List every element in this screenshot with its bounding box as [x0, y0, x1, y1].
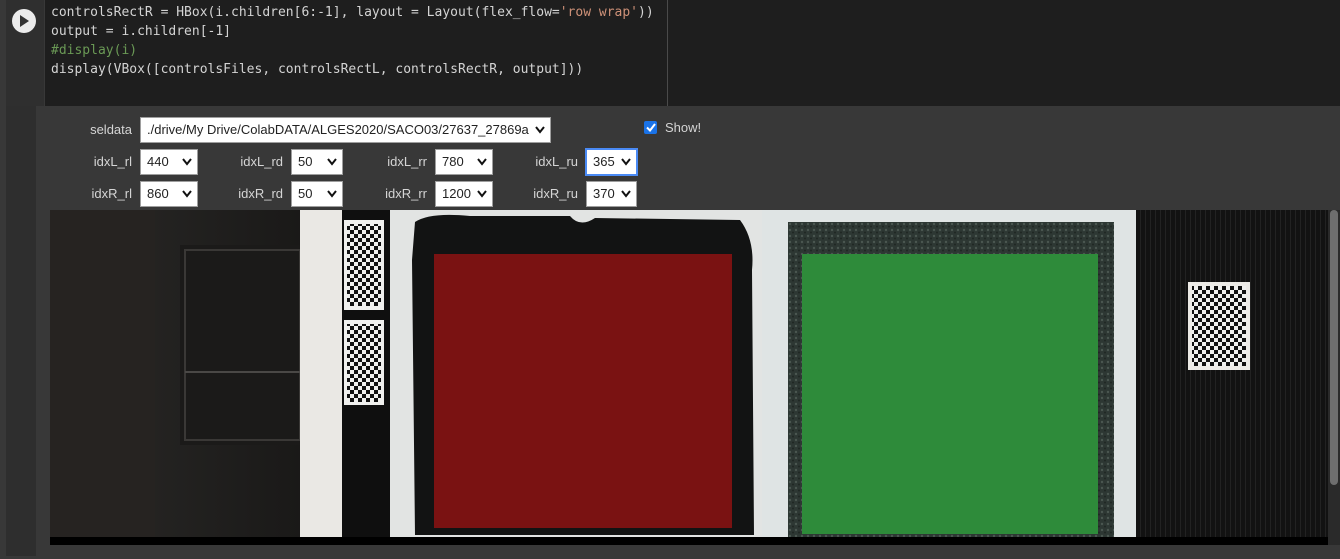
- check-icon: [645, 123, 656, 132]
- right-roi-overlay: [802, 254, 1098, 534]
- idxL-rr-value: 780: [442, 154, 464, 169]
- chevron-down-icon: [477, 158, 487, 166]
- seldata-dropdown[interactable]: ./drive/My Drive/ColabDATA/ALGES2020/SAC…: [140, 117, 551, 143]
- idxL-rl-label: idxL_rl: [93, 154, 132, 169]
- chevron-down-icon: [477, 190, 487, 198]
- seldata-label: seldata: [90, 122, 132, 137]
- qr-code-icon: [344, 220, 384, 310]
- code-line-3: #display(i): [51, 43, 138, 58]
- idxR-rr-value: 1200: [442, 186, 471, 201]
- output-gutter: [6, 106, 36, 556]
- idxR-rl-dropdown[interactable]: 860: [140, 181, 198, 207]
- code-editor-margin: [667, 0, 1340, 106]
- idxL-rr-dropdown[interactable]: 780: [435, 149, 493, 175]
- idxL-rl-value: 440: [147, 154, 169, 169]
- idxR-rd-value: 50: [298, 186, 313, 201]
- idxR-ru-value: 370: [593, 186, 615, 201]
- run-cell-icon: [20, 15, 29, 27]
- qr-code-icon: [1188, 282, 1250, 370]
- idxR-ru-label: idxR_ru: [533, 186, 578, 201]
- idxL-ru-label: idxL_ru: [535, 154, 578, 169]
- idxL-ru-dropdown[interactable]: 365: [586, 149, 637, 175]
- code-line-1: controlsRectR = HBox(i.children[6:-1], l…: [51, 5, 654, 20]
- idxL-rd-value: 50: [298, 154, 313, 169]
- code-line-4: display(VBox([controlsFiles, controlsRec…: [51, 62, 584, 77]
- chevron-down-icon: [327, 158, 337, 166]
- code-line-2: output = i.children[-1]: [51, 24, 232, 39]
- idxR-ru-dropdown[interactable]: 370: [586, 181, 637, 207]
- seldata-value: ./drive/My Drive/ColabDATA/ALGES2020/SAC…: [147, 122, 529, 137]
- idxL-rd-dropdown[interactable]: 50: [291, 149, 343, 175]
- output-scrollbar[interactable]: [1328, 210, 1340, 545]
- idxR-rd-label: idxR_rd: [238, 186, 283, 201]
- show-label: Show!: [665, 120, 702, 135]
- idxR-rr-label: idxR_rr: [385, 186, 427, 201]
- idxL-rl-dropdown[interactable]: 440: [140, 149, 198, 175]
- chevron-down-icon: [535, 126, 545, 134]
- chevron-down-icon: [182, 190, 192, 198]
- run-cell-button[interactable]: [12, 9, 36, 33]
- chevron-down-icon: [327, 190, 337, 198]
- show-checkbox[interactable]: [644, 121, 657, 134]
- idxL-rd-label: idxL_rd: [240, 154, 283, 169]
- idxR-rl-value: 860: [147, 186, 169, 201]
- left-roi-overlay: [434, 254, 732, 528]
- idxL-rr-label: idxL_rr: [387, 154, 427, 169]
- output-image: [50, 210, 1340, 545]
- chevron-down-icon: [621, 190, 631, 198]
- idxR-rr-dropdown[interactable]: 1200: [435, 181, 493, 207]
- chevron-down-icon: [621, 158, 631, 166]
- chevron-down-icon: [182, 158, 192, 166]
- code-cell: controlsRectR = HBox(i.children[6:-1], l…: [0, 0, 1340, 106]
- image-bottom-border: [50, 537, 1340, 545]
- idxR-rd-dropdown[interactable]: 50: [291, 181, 343, 207]
- qr-code-icon: [344, 320, 384, 405]
- scrollbar-thumb[interactable]: [1330, 210, 1338, 485]
- code-editor[interactable]: controlsRectR = HBox(i.children[6:-1], l…: [45, 0, 667, 106]
- idxR-rl-label: idxR_rl: [91, 186, 132, 201]
- idxL-ru-value: 365: [593, 154, 615, 169]
- sample-photo: [50, 210, 1340, 545]
